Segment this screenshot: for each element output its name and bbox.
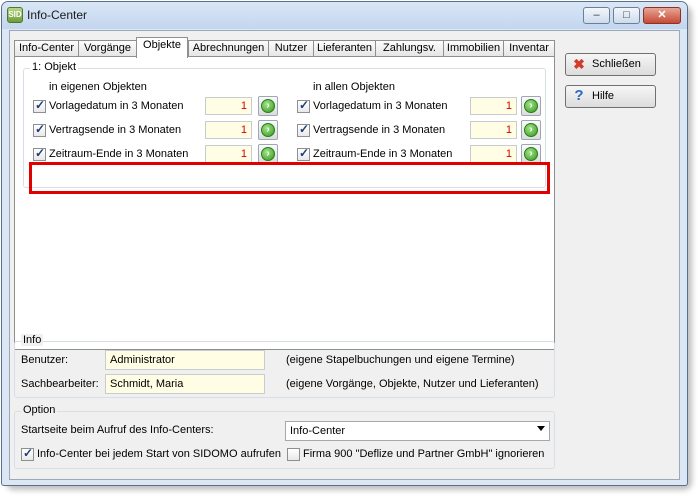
objekt-group-legend: 1: Objekt xyxy=(30,61,79,73)
hilfe-button-label: Hilfe xyxy=(592,90,615,102)
start-info-center-checkbox[interactable]: ✓ xyxy=(21,446,34,461)
arrow-right-icon: › xyxy=(261,147,275,161)
zeitraum-ende-highlight-box xyxy=(29,162,550,194)
schliessen-button-label: Schließen xyxy=(592,58,641,70)
right-vertragsende-count[interactable]: 1 xyxy=(470,121,517,139)
tab-lieferanten[interactable]: Lieferanten xyxy=(313,40,376,57)
left-vorlagedatum-count[interactable]: 1 xyxy=(205,97,252,115)
sachbearbeiter-note: (eigene Vorgänge, Objekte, Nutzer und Li… xyxy=(286,378,539,390)
tab-vorgaenge[interactable]: Vorgänge xyxy=(78,40,137,57)
left-vorlagedatum-checkbox[interactable]: ✓ xyxy=(33,98,46,113)
tab-info-center[interactable]: Info-Center xyxy=(14,40,79,57)
startseite-label: Startseite beim Aufruf des Info-Centers: xyxy=(21,424,214,436)
tab-abrechnungen[interactable]: Abrechnungen xyxy=(188,40,269,57)
arrow-right-icon: › xyxy=(261,123,275,137)
right-vorlagedatum-go-button[interactable]: › xyxy=(521,96,541,116)
objekte-tab-panel: 1: Objekt in eigenen Objekten in allen O… xyxy=(14,56,555,350)
schliessen-button[interactable]: ✖ Schließen xyxy=(565,53,656,76)
right-vertragsende-go-button[interactable]: › xyxy=(521,120,541,140)
eigene-objekte-heading: in eigenen Objekten xyxy=(49,81,147,93)
startseite-selected-value: Info-Center xyxy=(290,425,346,437)
window-title: Info-Center xyxy=(27,8,88,22)
left-vorlagedatum-go-button[interactable]: › xyxy=(258,96,278,116)
left-vertragsende-go-button[interactable]: › xyxy=(258,120,278,140)
left-vertragsende-count[interactable]: 1 xyxy=(205,121,252,139)
firma-ignorieren-checkbox[interactable] xyxy=(287,448,300,461)
right-vertragsende-label: Vertragsende in 3 Monaten xyxy=(313,124,446,136)
tab-nutzer[interactable]: Nutzer xyxy=(268,40,314,57)
start-info-center-label: Info-Center bei jedem Start von SIDOMO a… xyxy=(37,448,281,460)
info-center-window: SID Info-Center – □ ✕ Info-Center Vorgän… xyxy=(1,1,688,486)
info-group-legend: Info xyxy=(21,334,44,346)
left-vorlagedatum-label: Vorlagedatum in 3 Monaten xyxy=(49,100,184,112)
left-zeitraum-ende-count[interactable]: 1 xyxy=(205,145,252,163)
tab-objekte[interactable]: Objekte xyxy=(136,37,188,58)
tab-immobilien[interactable]: Immobilien xyxy=(443,40,504,57)
alle-objekte-heading: in allen Objekten xyxy=(313,81,395,93)
benutzer-label: Benutzer: xyxy=(21,354,69,366)
right-vertragsende-checkbox[interactable]: ✓ xyxy=(297,122,310,137)
close-x-icon: ✖ xyxy=(573,56,585,72)
right-zeitraum-ende-label: Zeitraum-Ende in 3 Monaten xyxy=(313,148,453,160)
left-vertragsende-label: Vertragsende in 3 Monaten xyxy=(49,124,182,136)
left-vertragsende-checkbox[interactable]: ✓ xyxy=(33,122,46,137)
sachbearbeiter-label: Sachbearbeiter: xyxy=(21,378,99,390)
arrow-right-icon: › xyxy=(524,123,538,137)
right-zeitraum-ende-checkbox[interactable]: ✓ xyxy=(297,146,310,161)
tab-zahlungsv[interactable]: Zahlungsv. xyxy=(375,40,444,57)
maximize-button[interactable]: □ xyxy=(613,7,640,24)
hilfe-button[interactable]: ? Hilfe xyxy=(565,85,656,108)
title-bar[interactable]: SID Info-Center – □ ✕ xyxy=(2,2,687,29)
benutzer-note: (eigene Stapelbuchungen und eigene Termi… xyxy=(286,354,515,366)
right-zeitraum-ende-go-button[interactable]: › xyxy=(521,144,541,164)
benutzer-field[interactable]: Administrator xyxy=(105,350,265,370)
firma-ignorieren-label: Firma 900 "Deflize und Partner GmbH" ign… xyxy=(303,448,545,460)
help-question-icon: ? xyxy=(574,87,584,104)
chevron-down-icon xyxy=(537,426,545,431)
tab-inventar[interactable]: Inventar xyxy=(503,40,555,57)
arrow-right-icon: › xyxy=(524,99,538,113)
minimize-button[interactable]: – xyxy=(583,7,610,24)
startseite-dropdown[interactable]: Info-Center xyxy=(285,421,550,441)
right-vorlagedatum-label: Vorlagedatum in 3 Monaten xyxy=(313,100,448,112)
sachbearbeiter-field[interactable]: Schmidt, Maria xyxy=(105,374,265,394)
left-zeitraum-ende-go-button[interactable]: › xyxy=(258,144,278,164)
right-vorlagedatum-count[interactable]: 1 xyxy=(470,97,517,115)
left-zeitraum-ende-label: Zeitraum-Ende in 3 Monaten xyxy=(49,148,189,160)
close-window-button[interactable]: ✕ xyxy=(643,7,681,24)
option-group-legend: Option xyxy=(21,404,58,416)
right-vorlagedatum-checkbox[interactable]: ✓ xyxy=(297,98,310,113)
right-zeitraum-ende-count[interactable]: 1 xyxy=(470,145,517,163)
arrow-right-icon: › xyxy=(261,99,275,113)
left-zeitraum-ende-checkbox[interactable]: ✓ xyxy=(33,146,46,161)
arrow-right-icon: › xyxy=(524,147,538,161)
sidomo-app-icon: SID xyxy=(7,7,23,23)
